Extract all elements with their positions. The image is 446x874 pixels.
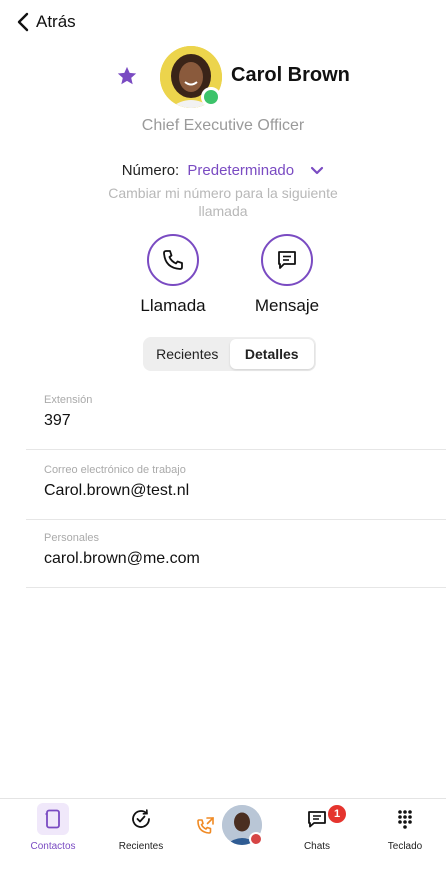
recents-icon <box>125 803 157 835</box>
detail-work-email[interactable]: Correo electrónico de trabajo Carol.brow… <box>26 450 446 520</box>
number-value: Predeterminado <box>187 162 295 179</box>
tab-contactos[interactable]: Contactos <box>18 803 88 852</box>
segmented-control: Recientes Detalles <box>143 337 316 371</box>
keypad-icon <box>389 803 421 835</box>
detail-label: Extensión <box>44 394 93 406</box>
active-call-icon <box>197 817 214 834</box>
tab-chats[interactable]: 1 Chats <box>282 803 352 852</box>
tab-teclado[interactable]: Teclado <box>370 803 440 852</box>
message-icon <box>278 251 296 269</box>
message-action[interactable]: Mensaje <box>242 234 332 316</box>
phone-icon <box>163 250 183 270</box>
tab-label: Recientes <box>118 841 164 852</box>
my-presence-button[interactable] <box>194 805 266 851</box>
detail-extension[interactable]: Extensión 397 <box>26 380 446 450</box>
tab-label: Contactos <box>30 841 76 852</box>
bottom-tab-bar: Contactos Recientes 1 Chats Teclado <box>0 798 446 874</box>
tab-label: Teclado <box>387 841 423 852</box>
contact-job-title: Chief Executive Officer <box>141 117 305 134</box>
detail-value: 397 <box>44 412 71 429</box>
call-action[interactable]: Llamada <box>128 234 218 316</box>
presence-status-dot <box>201 87 221 107</box>
tab-label: Chats <box>303 841 331 852</box>
message-label: Mensaje <box>254 296 320 315</box>
chevron-down-icon <box>311 166 324 175</box>
favorite-star-icon[interactable] <box>116 65 138 87</box>
call-label: Llamada <box>140 296 206 315</box>
segment-recientes[interactable]: Recientes <box>145 339 230 369</box>
number-change-hint: Cambiar mi número para la siguiente llam… <box>108 185 338 219</box>
contacts-icon <box>37 803 69 835</box>
message-button[interactable] <box>261 234 313 286</box>
segment-detalles[interactable]: Detalles <box>229 339 314 369</box>
contact-header: Carol Brown <box>0 44 446 110</box>
chevron-left-icon <box>17 12 29 32</box>
call-button[interactable] <box>147 234 199 286</box>
number-selector[interactable]: Número: Predeterminado <box>0 162 446 179</box>
detail-personal-email[interactable]: Personales carol.brown@me.com <box>26 518 446 588</box>
unread-badge: 1 <box>328 805 346 823</box>
number-label: Número: <box>121 162 180 179</box>
back-button[interactable]: Atrás <box>16 8 76 36</box>
back-label: Atrás <box>36 12 76 31</box>
detail-value: carol.brown@me.com <box>44 550 200 567</box>
detail-value: Carol.brown@test.nl <box>44 482 190 499</box>
my-status-dot <box>249 832 263 846</box>
detail-label: Correo electrónico de trabajo <box>44 464 186 476</box>
chat-icon <box>301 803 333 835</box>
tab-recientes[interactable]: Recientes <box>106 803 176 852</box>
detail-label: Personales <box>44 532 100 544</box>
contact-name: Carol Brown <box>231 64 350 86</box>
